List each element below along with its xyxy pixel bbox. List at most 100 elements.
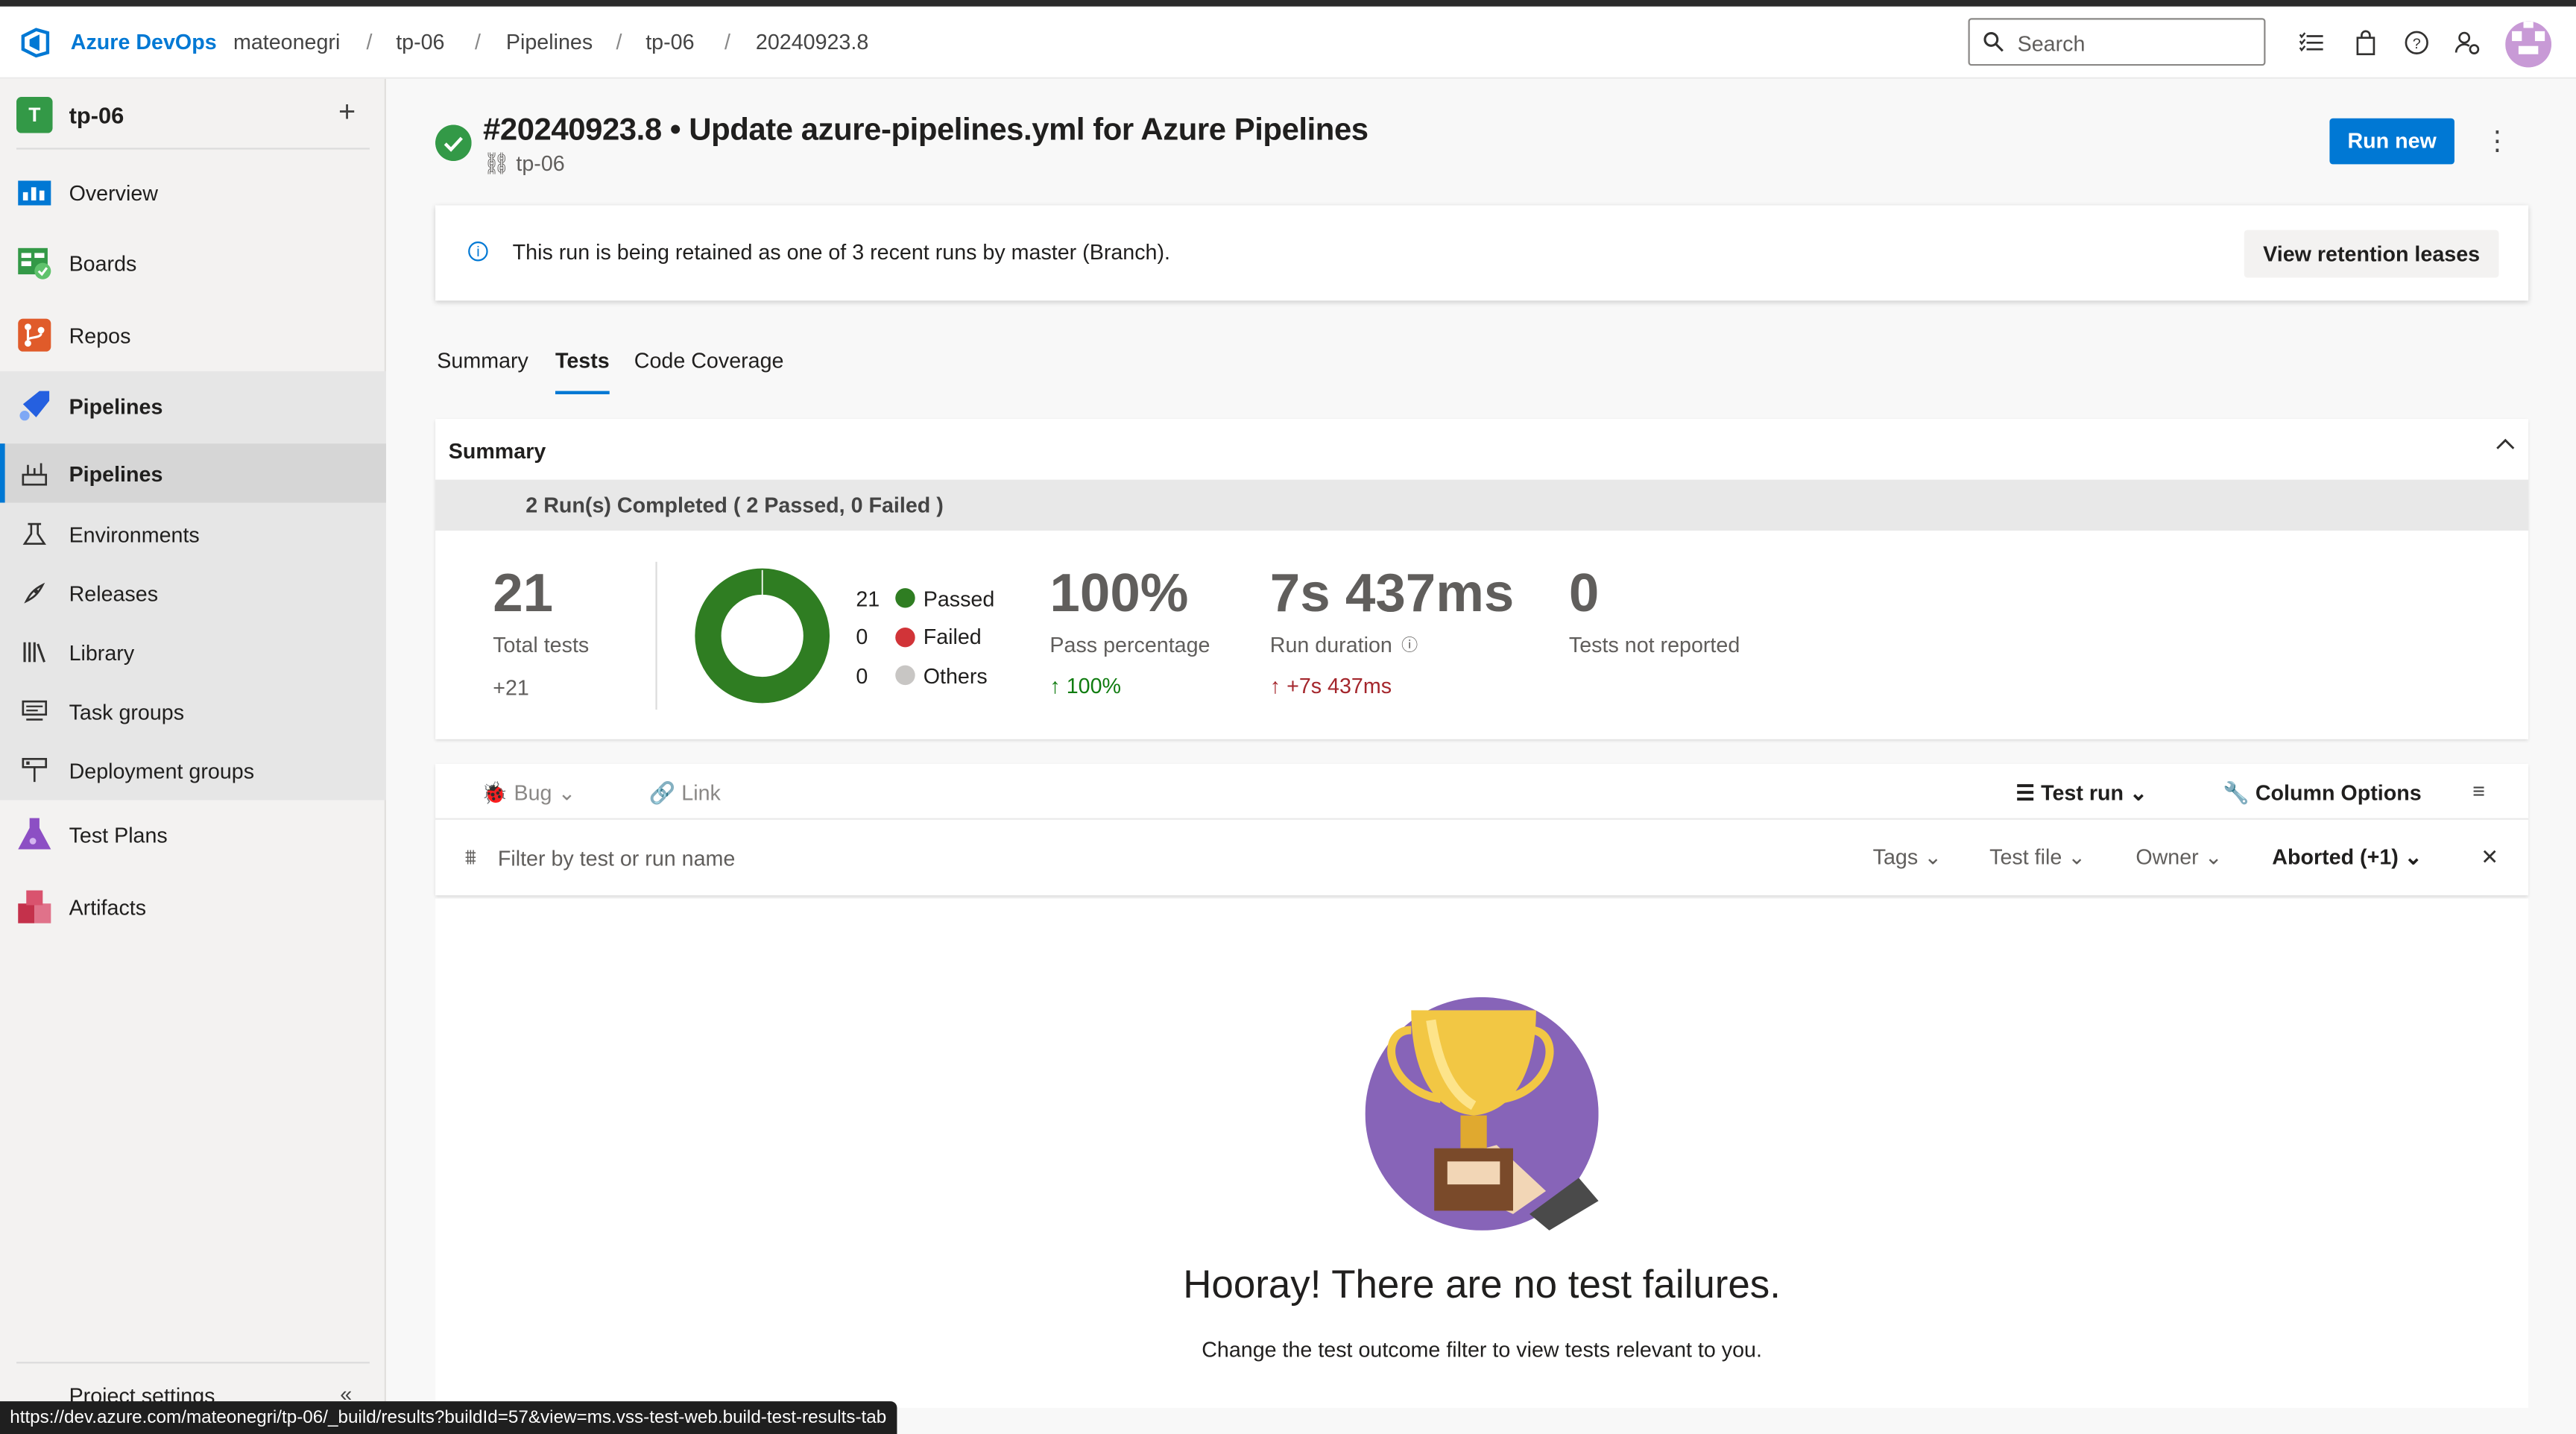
failed-legend-dot bbox=[895, 627, 915, 648]
failed-count: 0 bbox=[856, 624, 868, 649]
sidebar-subitem-label: Environments bbox=[69, 522, 200, 547]
breadcrumb-separator: / bbox=[366, 29, 373, 54]
retention-banner: i This run is being retained as one of 3… bbox=[435, 205, 2529, 301]
arrow-up-icon: ↑ bbox=[1269, 673, 1281, 698]
chevron-up-icon[interactable] bbox=[2496, 435, 2515, 455]
total-tests-value: 21 bbox=[493, 561, 554, 623]
duration-delta-value: +7s 437ms bbox=[1287, 673, 1392, 698]
runs-completed-text: 2 Run(s) Completed ( 2 Passed, 0 Failed … bbox=[525, 493, 944, 518]
view-retention-leases-button[interactable]: View retention leases bbox=[2244, 230, 2499, 278]
filter-input[interactable]: Filter by test or run name bbox=[498, 846, 735, 871]
breadcrumb-pipelines[interactable]: Pipelines bbox=[506, 30, 593, 54]
sidebar-item-artifacts[interactable]: Artifacts bbox=[0, 877, 386, 940]
sidebar-subitem-task-groups[interactable]: Task groups bbox=[0, 681, 386, 742]
project-header[interactable]: T tp-06 + bbox=[16, 95, 370, 148]
help-icon[interactable]: ? bbox=[2404, 30, 2430, 56]
add-icon[interactable]: + bbox=[338, 95, 356, 130]
owner-filter-label: Owner bbox=[2135, 844, 2199, 869]
owner-filter[interactable]: Owner ⌄ bbox=[2135, 844, 2222, 871]
info-icon: i bbox=[468, 241, 488, 262]
tags-filter[interactable]: Tags ⌄ bbox=[1873, 844, 1942, 871]
others-legend-dot bbox=[895, 665, 915, 686]
sidebar-item-overview[interactable]: Overview bbox=[0, 162, 386, 225]
project-name[interactable]: tp-06 bbox=[69, 102, 124, 128]
pass-percentage-label: Pass percentage bbox=[1049, 632, 1210, 657]
breadcrumb-run[interactable]: 20240923.8 bbox=[756, 30, 868, 54]
trophy-illustration-icon bbox=[1365, 996, 1599, 1231]
empty-state-hint: Change the test outcome filter to view t… bbox=[1202, 1337, 1762, 1362]
filter-icon[interactable]: ≡ bbox=[2472, 779, 2485, 803]
test-run-groupby[interactable]: ☰ Test run ⌄ bbox=[2015, 780, 2147, 806]
sidebar-subitem-label: Pipelines bbox=[69, 461, 163, 487]
passed-label: Passed bbox=[923, 586, 995, 611]
sidebar-subitem-label: Task groups bbox=[69, 699, 185, 725]
search-placeholder: Search bbox=[2017, 31, 2086, 56]
library-icon bbox=[23, 642, 45, 663]
toolbar-row: 🐞 Bug ⌄ 🔗 Link ☰ Test run ⌄ 🔧 Column Opt… bbox=[435, 764, 2529, 820]
breadcrumb-pipeline[interactable]: tp-06 bbox=[645, 30, 694, 54]
active-tab-indicator bbox=[555, 391, 610, 394]
run-duration-delta: ↑ +7s 437ms bbox=[1270, 674, 1392, 698]
sidebar-item-repos[interactable]: Repos bbox=[0, 306, 386, 368]
test-file-filter[interactable]: Test file ⌄ bbox=[1989, 844, 2086, 871]
chevron-down-icon: ⌄ bbox=[1924, 844, 1942, 869]
shopping-bag-icon[interactable] bbox=[2352, 30, 2378, 56]
window-top-stripe bbox=[0, 0, 2576, 7]
sidebar-item-boards[interactable]: Boards bbox=[0, 233, 386, 296]
link-button[interactable]: 🔗 Link bbox=[649, 780, 721, 806]
clear-filters-icon[interactable]: ✕ bbox=[2481, 844, 2498, 871]
sidebar-subitem-deployment-groups[interactable]: Deployment groups bbox=[0, 741, 386, 800]
sidebar-subitem-library[interactable]: Library bbox=[0, 622, 386, 682]
boards-icon bbox=[18, 247, 51, 279]
pipeline-list-icon bbox=[22, 463, 48, 486]
sidebar-item-label: Test Plans bbox=[69, 823, 168, 848]
info-icon[interactable]: ⓘ bbox=[1401, 631, 1418, 655]
sidebar-subitem-releases[interactable]: Releases bbox=[0, 563, 386, 623]
divider bbox=[16, 1362, 370, 1364]
sidebar-item-pipelines[interactable]: Pipelines bbox=[0, 376, 386, 439]
total-tests-delta: +21 bbox=[493, 675, 529, 700]
tab-summary[interactable]: Summary bbox=[437, 348, 528, 373]
outcome-donut-chart bbox=[695, 568, 830, 704]
run-new-button[interactable]: Run new bbox=[2329, 118, 2455, 165]
pass-delta-value: 100% bbox=[1066, 673, 1122, 698]
sidebar-subitem-environments[interactable]: Environments bbox=[0, 504, 386, 564]
task-list-icon[interactable] bbox=[2299, 30, 2325, 56]
chevron-down-icon: ⌄ bbox=[2404, 844, 2422, 869]
test-plans-icon bbox=[18, 818, 51, 850]
more-actions-icon[interactable]: ⋮ bbox=[2484, 125, 2510, 158]
top-bar: Azure DevOps mateonegri / tp-06 / Pipeli… bbox=[0, 6, 2576, 79]
chevron-down-icon: ⌄ bbox=[2204, 844, 2223, 869]
search-input[interactable]: Search bbox=[1968, 18, 2266, 66]
empty-state: Hooray! There are no test failures. Chan… bbox=[435, 898, 2529, 1408]
brand-link[interactable]: Azure DevOps bbox=[71, 30, 217, 54]
user-settings-icon[interactable] bbox=[2455, 30, 2481, 56]
others-label: Others bbox=[923, 663, 988, 689]
avatar[interactable] bbox=[2505, 21, 2551, 68]
project-avatar: T bbox=[16, 97, 53, 133]
sidebar-item-label: Overview bbox=[69, 180, 159, 206]
breadcrumb-organization[interactable]: mateonegri bbox=[233, 30, 340, 54]
column-options-button[interactable]: 🔧 Column Options bbox=[2223, 780, 2422, 806]
azure-devops-logo-icon[interactable] bbox=[19, 26, 52, 59]
chevron-down-icon: ⌄ bbox=[2068, 844, 2086, 869]
breadcrumb-separator: / bbox=[616, 29, 622, 54]
summary-heading: Summary bbox=[448, 438, 546, 464]
bug-button[interactable]: 🐞 Bug ⌄ bbox=[482, 780, 576, 806]
tab-code-coverage[interactable]: Code Coverage bbox=[634, 348, 784, 373]
tab-tests[interactable]: Tests bbox=[555, 348, 610, 373]
artifacts-icon bbox=[18, 890, 51, 923]
avatar-pattern-icon bbox=[2505, 21, 2551, 68]
sidebar-item-label: Boards bbox=[69, 251, 137, 277]
runs-completed-bar: 2 Run(s) Completed ( 2 Passed, 0 Failed … bbox=[435, 479, 2529, 531]
sidebar-subitem-pipelines[interactable]: Pipelines bbox=[0, 443, 386, 503]
link-icon: 🔗 bbox=[648, 780, 676, 806]
sidebar-item-test-plans[interactable]: Test Plans bbox=[0, 805, 386, 868]
sidebar-subitem-label: Deployment groups bbox=[69, 759, 255, 784]
breadcrumb-project[interactable]: tp-06 bbox=[396, 30, 444, 54]
bug-icon: 🐞 bbox=[481, 780, 508, 806]
pipeline-icon: ⛓ bbox=[483, 151, 511, 176]
run-duration-label: Run duration bbox=[1269, 632, 1392, 657]
outcome-filter[interactable]: Aborted (+1) ⌄ bbox=[2272, 844, 2422, 871]
pipeline-link[interactable]: ⛓ tp-06 bbox=[483, 151, 565, 177]
